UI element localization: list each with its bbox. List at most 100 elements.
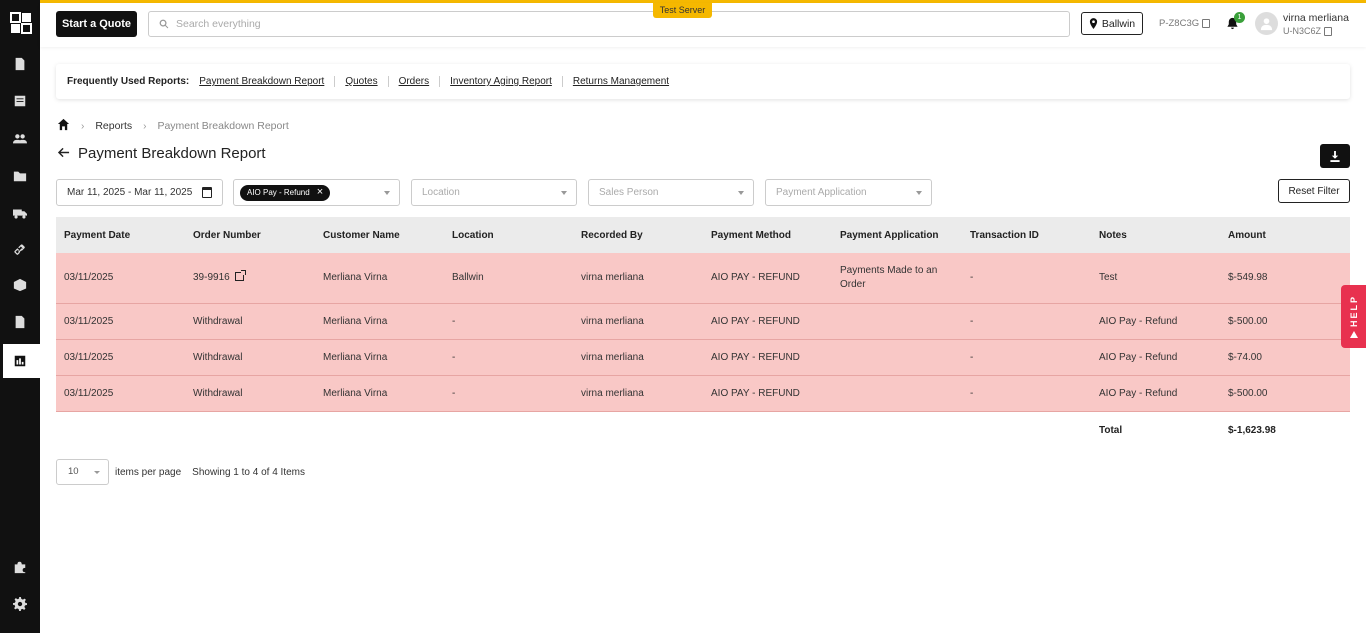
cell-payment-method: AIO PAY - REFUND bbox=[711, 272, 800, 284]
col-location[interactable]: Location bbox=[444, 217, 573, 253]
link-icon[interactable] bbox=[12, 242, 28, 258]
payment-application-placeholder: Payment Application bbox=[776, 187, 867, 198]
pagination: 10 items per page Showing 1 to 4 of 4 It… bbox=[56, 459, 305, 485]
payment-app-filter[interactable]: AIO Pay - Refund × bbox=[233, 179, 400, 206]
user-icon bbox=[1260, 18, 1273, 31]
table-row[interactable]: 03/11/2025 Withdrawal Merliana Virna - v… bbox=[56, 303, 1350, 339]
sidebar bbox=[0, 0, 40, 633]
chevron-right-icon: › bbox=[143, 120, 147, 132]
link-returns-management[interactable]: Returns Management bbox=[561, 76, 679, 87]
help-tab[interactable]: HELP bbox=[1341, 285, 1366, 348]
global-search[interactable] bbox=[148, 11, 1070, 37]
table-row[interactable]: 03/11/2025 Withdrawal Merliana Virna - v… bbox=[56, 339, 1350, 375]
cell-payment-date: 03/11/2025 bbox=[64, 272, 114, 284]
customers-icon[interactable] bbox=[12, 131, 28, 147]
cell-amount: $-500.00 bbox=[1228, 387, 1268, 399]
cell-location: - bbox=[452, 315, 456, 327]
link-payment-breakdown-report[interactable]: Payment Breakdown Report bbox=[199, 76, 334, 87]
link-quotes[interactable]: Quotes bbox=[334, 76, 387, 87]
total-label: Total bbox=[1099, 424, 1123, 436]
payment-application-filter[interactable]: Payment Application bbox=[765, 179, 932, 206]
help-label: HELP bbox=[1348, 294, 1359, 327]
col-customer-name[interactable]: Customer Name bbox=[315, 217, 444, 253]
truck-icon[interactable] bbox=[12, 205, 28, 221]
document-icon[interactable] bbox=[12, 314, 28, 330]
page-title: Payment Breakdown Report bbox=[78, 145, 266, 162]
col-recorded-by[interactable]: Recorded By bbox=[573, 217, 703, 253]
col-amount[interactable]: Amount bbox=[1220, 217, 1350, 253]
search-input[interactable] bbox=[176, 18, 1056, 30]
cell-notes: AIO Pay - Refund bbox=[1099, 387, 1178, 399]
cell-payment-application bbox=[832, 375, 962, 411]
cell-transaction-id: - bbox=[970, 387, 974, 399]
cell-notes: Test bbox=[1099, 272, 1118, 284]
copy-icon[interactable] bbox=[1324, 26, 1333, 36]
cell-recorded-by: virna merliana bbox=[581, 315, 644, 327]
reset-filter-button[interactable]: Reset Filter bbox=[1278, 179, 1350, 203]
sales-person-filter[interactable]: Sales Person bbox=[588, 179, 754, 206]
cell-order-number: Withdrawal bbox=[193, 387, 243, 399]
start-quote-button[interactable]: Start a Quote bbox=[56, 11, 137, 37]
total-value: $-1,623.98 bbox=[1228, 424, 1276, 436]
cell-transaction-id: - bbox=[970, 351, 974, 363]
home-icon[interactable] bbox=[57, 118, 70, 134]
table-row[interactable]: 03/11/2025 Withdrawal Merliana Virna - v… bbox=[56, 375, 1350, 411]
cell-notes: AIO Pay - Refund bbox=[1099, 315, 1178, 327]
location-filter[interactable]: Location bbox=[411, 179, 577, 206]
calendar-icon[interactable] bbox=[202, 187, 212, 198]
app-logo[interactable] bbox=[10, 12, 32, 34]
per-page-label: items per page bbox=[115, 466, 182, 478]
puzzle-icon[interactable] bbox=[12, 559, 28, 575]
col-order-number[interactable]: Order Number bbox=[185, 217, 315, 253]
cell-order-number: Withdrawal bbox=[193, 315, 243, 327]
col-payment-application[interactable]: Payment Application bbox=[832, 217, 962, 253]
per-page-select[interactable]: 10 bbox=[56, 459, 109, 485]
link-inventory-aging-report[interactable]: Inventory Aging Report bbox=[439, 76, 562, 87]
col-payment-date[interactable]: Payment Date bbox=[56, 217, 185, 253]
folder-icon[interactable] bbox=[12, 168, 28, 184]
external-link-icon[interactable] bbox=[234, 270, 246, 282]
location-filter-placeholder: Location bbox=[422, 187, 460, 198]
cell-payment-date: 03/11/2025 bbox=[64, 387, 114, 399]
search-icon bbox=[159, 19, 169, 29]
close-icon[interactable]: × bbox=[317, 187, 323, 198]
sidebar-item-reports[interactable] bbox=[0, 344, 40, 378]
settings-icon[interactable] bbox=[12, 596, 28, 612]
top-header: Start a Quote Test Server Ballwin P-Z8C3… bbox=[40, 3, 1366, 47]
org-code-text: P-Z8C3G bbox=[1159, 18, 1200, 29]
box-icon[interactable] bbox=[12, 277, 28, 293]
col-payment-method[interactable]: Payment Method bbox=[703, 217, 832, 253]
user-name[interactable]: virna merliana bbox=[1283, 12, 1349, 24]
chevron-down-icon bbox=[916, 191, 922, 195]
link-orders[interactable]: Orders bbox=[387, 76, 440, 87]
cell-payment-date: 03/11/2025 bbox=[64, 315, 114, 327]
col-transaction-id[interactable]: Transaction ID bbox=[962, 217, 1091, 253]
avatar[interactable] bbox=[1255, 12, 1278, 35]
arrow-up-icon bbox=[1349, 331, 1358, 338]
table-row[interactable]: 03/11/2025 39-9916 Merliana Virna Ballwi… bbox=[56, 253, 1350, 303]
breadcrumb-reports[interactable]: Reports bbox=[95, 120, 132, 132]
location-selector[interactable]: Ballwin bbox=[1081, 12, 1143, 35]
cell-customer-name: Merliana Virna bbox=[323, 315, 388, 327]
back-arrow-icon[interactable] bbox=[57, 146, 70, 162]
cell-location: - bbox=[452, 387, 456, 399]
title-row: Payment Breakdown Report bbox=[57, 145, 266, 162]
cell-location: - bbox=[452, 351, 456, 363]
table-header: Payment Date Order Number Customer Name … bbox=[56, 217, 1350, 253]
cell-amount: $-500.00 bbox=[1228, 315, 1268, 327]
chevron-down-icon bbox=[738, 191, 744, 195]
payment-table: Payment Date Order Number Customer Name … bbox=[56, 217, 1350, 449]
date-range-filter[interactable]: Mar 11, 2025 - Mar 11, 2025 bbox=[56, 179, 223, 206]
cell-customer-name: Merliana Virna bbox=[323, 387, 388, 399]
col-notes[interactable]: Notes bbox=[1091, 217, 1220, 253]
org-code: P-Z8C3G bbox=[1159, 18, 1211, 29]
download-button[interactable] bbox=[1320, 144, 1350, 168]
cell-transaction-id: - bbox=[970, 272, 974, 284]
cell-transaction-id: - bbox=[970, 315, 974, 327]
chevron-right-icon: › bbox=[81, 120, 85, 132]
copy-icon[interactable] bbox=[1202, 19, 1211, 28]
cell-notes: AIO Pay - Refund bbox=[1099, 351, 1178, 363]
ledger-icon[interactable] bbox=[12, 93, 28, 109]
quote-icon[interactable] bbox=[12, 56, 28, 72]
order-link[interactable]: 39-9916 bbox=[193, 272, 230, 283]
